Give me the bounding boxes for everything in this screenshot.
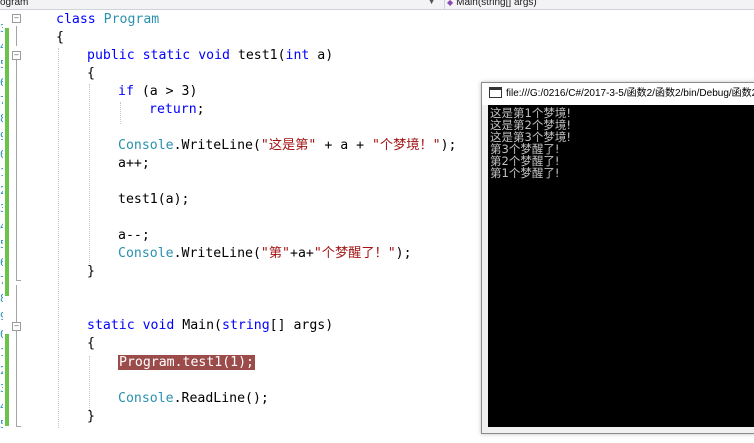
console-title: file:///G:/0216/C#/2017-3-5/函数2/函数2/bin/… bbox=[506, 88, 754, 99]
indent-guide bbox=[89, 84, 90, 266]
type-name: Console bbox=[118, 138, 174, 153]
console-output[interactable]: 这是第1个梦境! 这是第2个梦境! 这是第3个梦境! 第3个梦醒了! 第2个梦醒… bbox=[488, 105, 754, 427]
type-name: Console bbox=[118, 391, 174, 406]
console-window[interactable]: file:///G:/0216/C#/2017-3-5/函数2/函数2/bin/… bbox=[481, 82, 754, 434]
concat: + a + bbox=[316, 138, 372, 153]
keyword: void bbox=[142, 318, 175, 333]
parameter: a) bbox=[309, 48, 334, 63]
code-line: if (a > 3) bbox=[118, 84, 197, 100]
keyword: void bbox=[198, 48, 230, 63]
code-line: return; bbox=[149, 102, 205, 118]
close-paren: ); bbox=[395, 246, 412, 261]
console-title-bar[interactable]: file:///G:/0216/C#/2017-3-5/函数2/函数2/bin/… bbox=[482, 83, 754, 105]
code-line: test1(a); bbox=[118, 192, 190, 207]
code-line: Program.test1(1); bbox=[118, 355, 255, 371]
string-literal: "第" bbox=[260, 246, 290, 261]
class-name: Program bbox=[103, 12, 160, 27]
keyword: string bbox=[222, 318, 270, 333]
string-literal: "这是第" bbox=[260, 138, 317, 153]
code-line: a++; bbox=[118, 156, 150, 171]
code-line: class Program bbox=[56, 12, 159, 28]
method-name: Main( bbox=[174, 318, 222, 333]
keyword: public bbox=[87, 48, 135, 63]
indent-guide bbox=[58, 48, 59, 428]
keyword: static bbox=[87, 318, 135, 333]
code-line: } bbox=[87, 409, 95, 424]
keyword: static bbox=[142, 48, 191, 63]
keyword: if bbox=[118, 84, 134, 99]
keyword: class bbox=[56, 12, 96, 27]
code-line: static void Main(string[] args) bbox=[87, 318, 333, 334]
keyword: int bbox=[285, 48, 310, 63]
method-call: .ReadLine(); bbox=[173, 391, 269, 406]
close-paren: ); bbox=[440, 138, 457, 153]
parameter: [] args) bbox=[269, 318, 334, 333]
string-literal: "个梦醒了！" bbox=[313, 246, 396, 261]
semicolon: ; bbox=[196, 102, 205, 117]
method-name: test1( bbox=[229, 48, 286, 63]
code-line: { bbox=[87, 66, 95, 81]
concat: +a+ bbox=[290, 246, 314, 261]
method-call: .WriteLine( bbox=[173, 138, 261, 153]
code-line: public static void test1(int a) bbox=[87, 48, 333, 64]
console-output-line: 第1个梦醒了! bbox=[490, 166, 560, 180]
code-line: Console.WriteLine("这是第" + a + "个梦境！"); bbox=[118, 138, 456, 154]
method-call: .WriteLine( bbox=[173, 246, 261, 261]
keyword: return bbox=[149, 102, 197, 117]
code-line: { bbox=[56, 30, 64, 45]
string-literal: "个梦境！" bbox=[371, 138, 441, 153]
console-app-icon bbox=[489, 86, 502, 98]
condition: (a > 3) bbox=[133, 84, 198, 99]
indent-guide bbox=[120, 102, 121, 124]
code-line: { bbox=[87, 336, 95, 351]
breakpoint-highlight[interactable]: Program.test1(1); bbox=[118, 355, 255, 370]
code-line: } bbox=[87, 264, 95, 279]
code-line: Console.WriteLine("第"+a+"个梦醒了！"); bbox=[118, 246, 412, 262]
type-name: Console bbox=[118, 246, 174, 261]
code-line: Console.ReadLine(); bbox=[118, 391, 269, 407]
indent-guide bbox=[89, 356, 90, 412]
code-line: a--; bbox=[118, 228, 150, 243]
